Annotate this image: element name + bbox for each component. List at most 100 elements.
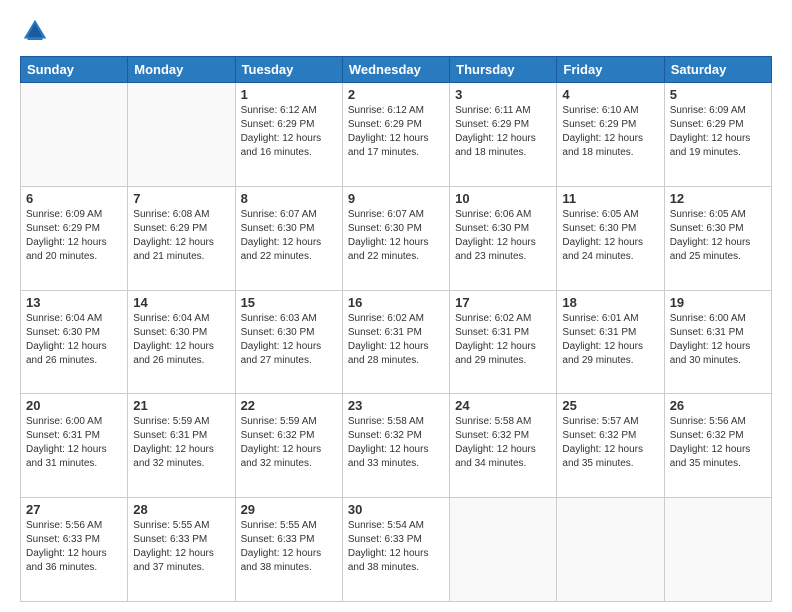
calendar-cell: 30Sunrise: 5:54 AM Sunset: 6:33 PM Dayli… bbox=[342, 498, 449, 602]
calendar-cell: 19 Sunrise: 6:00 AM Sunset: 6:31 PM Dayli… bbox=[664, 290, 771, 394]
logo bbox=[20, 16, 54, 46]
calendar-cell: 26 Sunrise: 5:56 AM Sunset: 6:32 PM Dayli… bbox=[664, 394, 771, 498]
calendar-cell: 4 Sunrise: 6:10 AM Sunset: 6:29 PM Daylig… bbox=[557, 83, 664, 187]
cell-info: Sunrise: 6:02 AM Sunset: 6:31 PM Dayligh… bbox=[348, 312, 444, 368]
cell-info: Sunrise: 6:00 AM Sunset: 6:31 PM Dayligh… bbox=[670, 312, 766, 368]
calendar-cell bbox=[450, 498, 557, 602]
day-number: 10 bbox=[455, 191, 551, 206]
calendar-cell: 2Sunrise: 6:12 AM Sunset: 6:29 PM Daylig… bbox=[342, 83, 449, 187]
page: SundayMondayTuesdayWednesdayThursdayFrid… bbox=[0, 0, 792, 612]
calendar-cell bbox=[664, 498, 771, 602]
cell-info: Sunrise: 6:05 AM Sunset: 6:30 PM Dayligh… bbox=[670, 208, 766, 264]
calendar-cell: 23 Sunrise: 5:58 AM Sunset: 6:32 PM Dayli… bbox=[342, 394, 449, 498]
calendar-cell: 22 Sunrise: 5:59 AM Sunset: 6:32 PM Dayli… bbox=[235, 394, 342, 498]
day-number: 21 bbox=[133, 398, 229, 413]
calendar-cell: 1 Sunrise: 6:12 AM Sunset: 6:29 PM Daylig… bbox=[235, 83, 342, 187]
calendar-week-4: 20 Sunrise: 6:00 AM Sunset: 6:31 PM Dayli… bbox=[21, 394, 772, 498]
calendar-header-friday: Friday bbox=[557, 57, 664, 83]
calendar-cell: 14 Sunrise: 6:04 AM Sunset: 6:30 PM Dayli… bbox=[128, 290, 235, 394]
day-number: 26 bbox=[670, 398, 766, 413]
cell-info: Sunrise: 6:00 AM Sunset: 6:31 PM Dayligh… bbox=[26, 415, 122, 471]
calendar-cell bbox=[21, 83, 128, 187]
day-number: 8 bbox=[241, 191, 337, 206]
cell-info: Sunrise: 6:04 AM Sunset: 6:30 PM Dayligh… bbox=[133, 312, 229, 368]
day-number: 7 bbox=[133, 191, 229, 206]
calendar-header-thursday: Thursday bbox=[450, 57, 557, 83]
calendar-cell: 28 Sunrise: 5:55 AM Sunset: 6:33 PM Dayli… bbox=[128, 498, 235, 602]
cell-info: Sunrise: 6:07 AM Sunset: 6:30 PM Dayligh… bbox=[348, 208, 444, 264]
calendar-cell: 16 Sunrise: 6:02 AM Sunset: 6:31 PM Dayli… bbox=[342, 290, 449, 394]
cell-info: Sunrise: 6:04 AM Sunset: 6:30 PM Dayligh… bbox=[26, 312, 122, 368]
day-number: 12 bbox=[670, 191, 766, 206]
cell-info: Sunrise: 6:12 AM Sunset: 6:29 PM Dayligh… bbox=[348, 104, 444, 160]
day-number: 25 bbox=[562, 398, 658, 413]
calendar-header-saturday: Saturday bbox=[664, 57, 771, 83]
day-number: 27 bbox=[26, 502, 122, 517]
calendar-week-1: 1 Sunrise: 6:12 AM Sunset: 6:29 PM Daylig… bbox=[21, 83, 772, 187]
cell-info: Sunrise: 6:03 AM Sunset: 6:30 PM Dayligh… bbox=[241, 312, 337, 368]
day-number: 9 bbox=[348, 191, 444, 206]
calendar-cell: 20 Sunrise: 6:00 AM Sunset: 6:31 PM Dayli… bbox=[21, 394, 128, 498]
cell-info: Sunrise: 6:02 AM Sunset: 6:31 PM Dayligh… bbox=[455, 312, 551, 368]
day-number: 16 bbox=[348, 295, 444, 310]
calendar-header-wednesday: Wednesday bbox=[342, 57, 449, 83]
calendar-cell: 13Sunrise: 6:04 AM Sunset: 6:30 PM Dayli… bbox=[21, 290, 128, 394]
cell-info: Sunrise: 6:12 AM Sunset: 6:29 PM Dayligh… bbox=[241, 104, 337, 160]
calendar-cell bbox=[128, 83, 235, 187]
cell-info: Sunrise: 6:05 AM Sunset: 6:30 PM Dayligh… bbox=[562, 208, 658, 264]
calendar-cell: 21 Sunrise: 5:59 AM Sunset: 6:31 PM Dayli… bbox=[128, 394, 235, 498]
cell-info: Sunrise: 6:01 AM Sunset: 6:31 PM Dayligh… bbox=[562, 312, 658, 368]
day-number: 30 bbox=[348, 502, 444, 517]
calendar-week-5: 27 Sunrise: 5:56 AM Sunset: 6:33 PM Dayli… bbox=[21, 498, 772, 602]
day-number: 24 bbox=[455, 398, 551, 413]
logo-icon bbox=[20, 16, 50, 46]
day-number: 28 bbox=[133, 502, 229, 517]
day-number: 11 bbox=[562, 191, 658, 206]
cell-info: Sunrise: 5:56 AM Sunset: 6:33 PM Dayligh… bbox=[26, 519, 122, 575]
cell-info: Sunrise: 5:59 AM Sunset: 6:31 PM Dayligh… bbox=[133, 415, 229, 471]
day-number: 18 bbox=[562, 295, 658, 310]
calendar-header-sunday: Sunday bbox=[21, 57, 128, 83]
day-number: 6 bbox=[26, 191, 122, 206]
calendar-cell: 5Sunrise: 6:09 AM Sunset: 6:29 PM Daylig… bbox=[664, 83, 771, 187]
day-number: 17 bbox=[455, 295, 551, 310]
calendar-header-row: SundayMondayTuesdayWednesdayThursdayFrid… bbox=[21, 57, 772, 83]
cell-info: Sunrise: 5:58 AM Sunset: 6:32 PM Dayligh… bbox=[348, 415, 444, 471]
day-number: 5 bbox=[670, 87, 766, 102]
calendar-cell: 15 Sunrise: 6:03 AM Sunset: 6:30 PM Dayli… bbox=[235, 290, 342, 394]
calendar-cell: 3 Sunrise: 6:11 AM Sunset: 6:29 PM Daylig… bbox=[450, 83, 557, 187]
calendar-week-2: 6 Sunrise: 6:09 AM Sunset: 6:29 PM Daylig… bbox=[21, 186, 772, 290]
cell-info: Sunrise: 6:06 AM Sunset: 6:30 PM Dayligh… bbox=[455, 208, 551, 264]
day-number: 19 bbox=[670, 295, 766, 310]
cell-info: Sunrise: 5:56 AM Sunset: 6:32 PM Dayligh… bbox=[670, 415, 766, 471]
calendar-cell: 6 Sunrise: 6:09 AM Sunset: 6:29 PM Daylig… bbox=[21, 186, 128, 290]
day-number: 22 bbox=[241, 398, 337, 413]
calendar-cell: 9 Sunrise: 6:07 AM Sunset: 6:30 PM Daylig… bbox=[342, 186, 449, 290]
cell-info: Sunrise: 6:11 AM Sunset: 6:29 PM Dayligh… bbox=[455, 104, 551, 160]
day-number: 15 bbox=[241, 295, 337, 310]
day-number: 23 bbox=[348, 398, 444, 413]
calendar-header-monday: Monday bbox=[128, 57, 235, 83]
calendar-cell: 11 Sunrise: 6:05 AM Sunset: 6:30 PM Dayli… bbox=[557, 186, 664, 290]
calendar-cell: 24Sunrise: 5:58 AM Sunset: 6:32 PM Dayli… bbox=[450, 394, 557, 498]
calendar-cell: 29 Sunrise: 5:55 AM Sunset: 6:33 PM Dayli… bbox=[235, 498, 342, 602]
calendar-cell: 8Sunrise: 6:07 AM Sunset: 6:30 PM Daylig… bbox=[235, 186, 342, 290]
cell-info: Sunrise: 6:10 AM Sunset: 6:29 PM Dayligh… bbox=[562, 104, 658, 160]
cell-info: Sunrise: 6:09 AM Sunset: 6:29 PM Dayligh… bbox=[26, 208, 122, 264]
calendar-cell: 27 Sunrise: 5:56 AM Sunset: 6:33 PM Dayli… bbox=[21, 498, 128, 602]
cell-info: Sunrise: 5:55 AM Sunset: 6:33 PM Dayligh… bbox=[241, 519, 337, 575]
calendar-cell: 25Sunrise: 5:57 AM Sunset: 6:32 PM Dayli… bbox=[557, 394, 664, 498]
day-number: 1 bbox=[241, 87, 337, 102]
calendar-cell: 7Sunrise: 6:08 AM Sunset: 6:29 PM Daylig… bbox=[128, 186, 235, 290]
day-number: 29 bbox=[241, 502, 337, 517]
cell-info: Sunrise: 5:55 AM Sunset: 6:33 PM Dayligh… bbox=[133, 519, 229, 575]
calendar-cell: 12 Sunrise: 6:05 AM Sunset: 6:30 PM Dayli… bbox=[664, 186, 771, 290]
day-number: 3 bbox=[455, 87, 551, 102]
day-number: 20 bbox=[26, 398, 122, 413]
calendar-cell: 10 Sunrise: 6:06 AM Sunset: 6:30 PM Dayli… bbox=[450, 186, 557, 290]
cell-info: Sunrise: 5:59 AM Sunset: 6:32 PM Dayligh… bbox=[241, 415, 337, 471]
day-number: 14 bbox=[133, 295, 229, 310]
day-number: 4 bbox=[562, 87, 658, 102]
calendar-header-tuesday: Tuesday bbox=[235, 57, 342, 83]
calendar-cell bbox=[557, 498, 664, 602]
